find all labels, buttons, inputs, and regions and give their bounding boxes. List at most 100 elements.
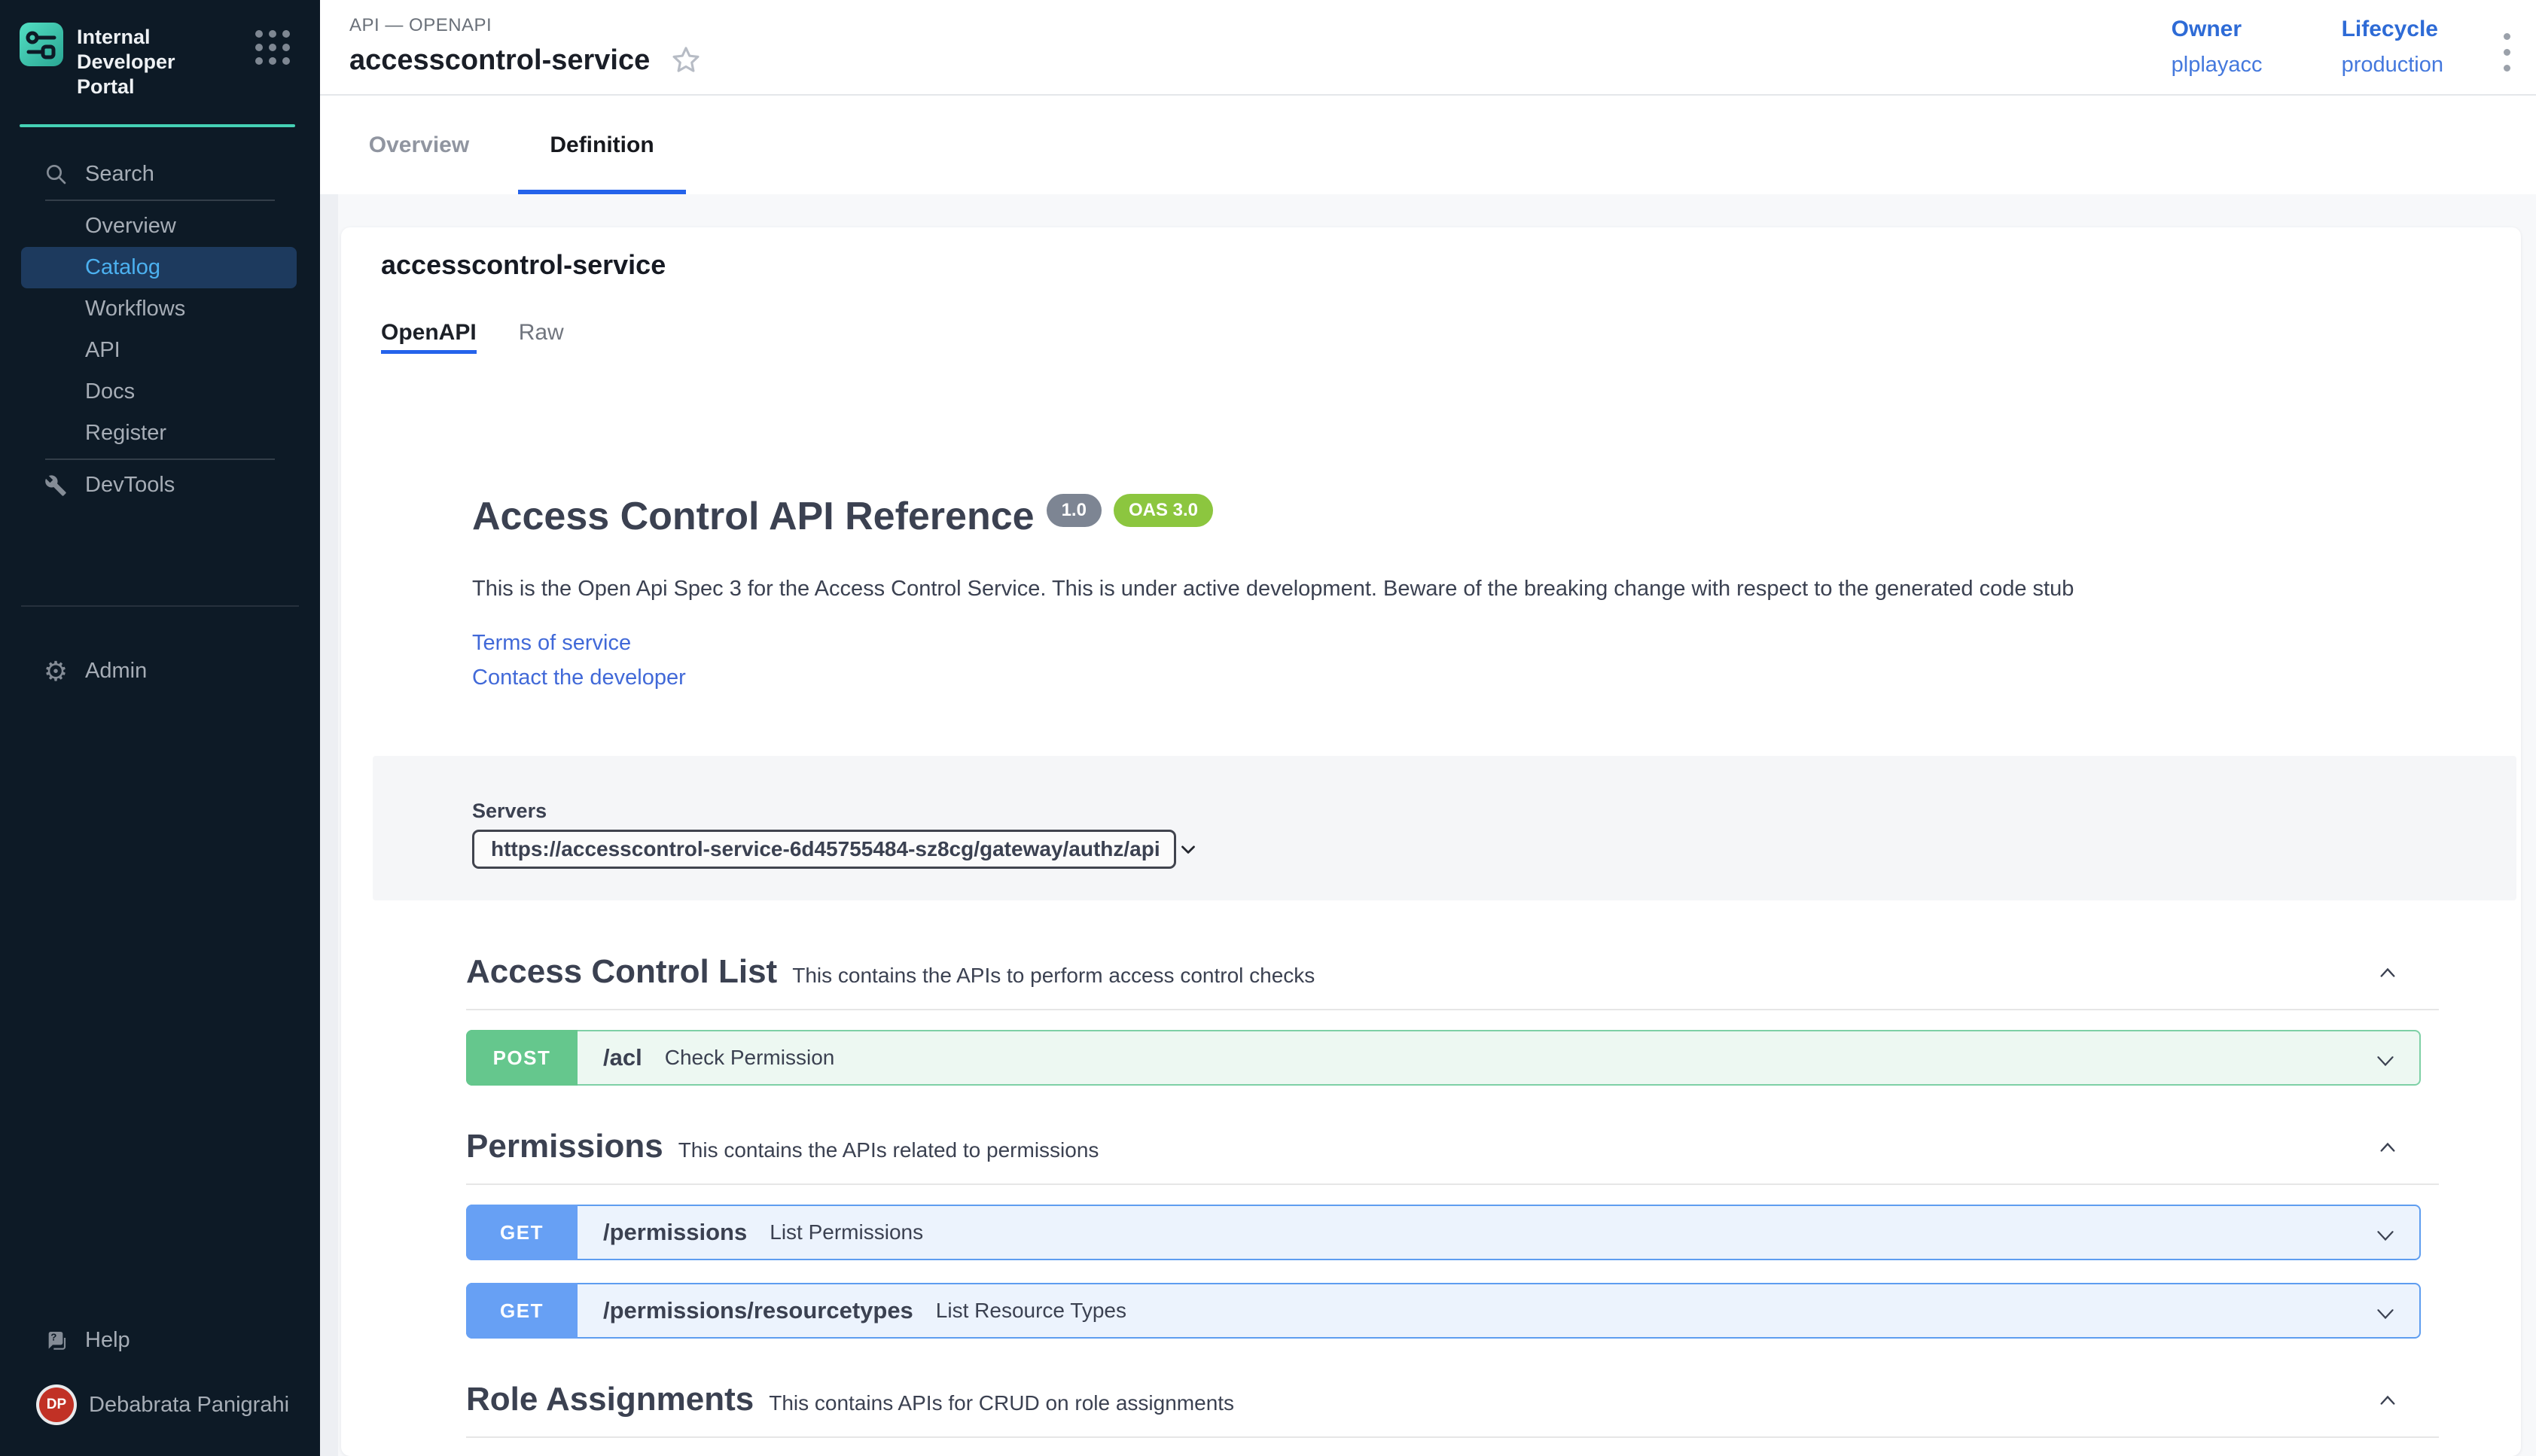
avatar: DP bbox=[39, 1387, 74, 1422]
tab-raw[interactable]: Raw bbox=[519, 319, 564, 354]
page-title: accesscontrol-service bbox=[349, 44, 650, 77]
operation-summary: List Resource Types bbox=[936, 1299, 1126, 1323]
search-icon bbox=[44, 162, 68, 186]
brand: Internal Developer Portal bbox=[0, 0, 320, 99]
sidebar: Internal Developer Portal Search Overvie… bbox=[0, 0, 320, 1456]
sidebar-item-search[interactable]: Search bbox=[0, 153, 320, 195]
sidebar-item-register[interactable]: Register bbox=[0, 413, 320, 454]
section-subtitle: This contains the APIs related to permis… bbox=[678, 1138, 1099, 1162]
sidebar-item-help[interactable]: ? Help bbox=[0, 1320, 320, 1361]
section-title[interactable]: Permissions bbox=[466, 1128, 663, 1165]
help-chat-icon: ? bbox=[44, 1329, 68, 1353]
section-title[interactable]: Role Assignments bbox=[466, 1381, 754, 1418]
chevron-down-icon[interactable] bbox=[2371, 1046, 2400, 1075]
tab-overview[interactable]: Overview bbox=[335, 96, 503, 194]
api-description: This is the Open Api Spec 3 for the Acce… bbox=[472, 575, 2431, 602]
tab-openapi[interactable]: OpenAPI bbox=[381, 319, 477, 354]
operation-row[interactable]: POST /acl Check Permission bbox=[466, 1030, 2421, 1086]
sidebar-item-label: Admin bbox=[85, 659, 147, 684]
lifecycle-label: Lifecycle bbox=[2342, 17, 2443, 42]
kebab-menu-icon[interactable] bbox=[2489, 17, 2525, 88]
sidebar-item-label: Help bbox=[85, 1328, 130, 1353]
definition-card: accesscontrol-service OpenAPI Raw Access… bbox=[341, 227, 2521, 1456]
api-title: Access Control API Reference bbox=[472, 494, 1035, 539]
chevron-down-icon[interactable] bbox=[2371, 1221, 2400, 1250]
chevron-down-icon[interactable] bbox=[2371, 1299, 2400, 1328]
section-header[interactable]: Role Assignments This contains APIs for … bbox=[466, 1381, 2439, 1421]
operation-row[interactable]: GET /permissions List Permissions bbox=[466, 1205, 2421, 1260]
sidebar-item-api[interactable]: API bbox=[0, 330, 320, 371]
sidebar-item-devtools[interactable]: DevTools bbox=[0, 465, 320, 506]
tab-definition[interactable]: Definition bbox=[518, 96, 686, 194]
section-divider bbox=[466, 1009, 2439, 1010]
api-info: Access Control API Reference 1.0 OAS 3.0… bbox=[472, 494, 2431, 691]
oas-badge: OAS 3.0 bbox=[1114, 494, 1213, 527]
app-grid-icon[interactable] bbox=[255, 30, 290, 65]
gear-icon: ⚙ bbox=[44, 658, 68, 685]
sidebar-item-label: Docs bbox=[85, 379, 135, 404]
nav-divider bbox=[45, 200, 275, 201]
sidebar-section-divider bbox=[21, 605, 299, 607]
method-badge: GET bbox=[466, 1283, 578, 1339]
card-title: accesscontrol-service bbox=[381, 248, 2521, 282]
lifecycle-block: Lifecycle production bbox=[2342, 17, 2443, 94]
method-badge: GET bbox=[466, 1205, 578, 1260]
section-access-control-list: Access Control List This contains the AP… bbox=[466, 953, 2439, 1086]
sidebar-nav: Search Overview Catalog Workflows API Do… bbox=[0, 127, 320, 506]
sidebar-item-overview[interactable]: Overview bbox=[0, 206, 320, 247]
sidebar-item-admin[interactable]: ⚙ Admin bbox=[0, 650, 320, 692]
contact-developer-link[interactable]: Contact the developer bbox=[472, 664, 686, 691]
page-header: API — OPENAPI accesscontrol-service Owne… bbox=[320, 0, 2536, 96]
api-sections: Access Control List This contains the AP… bbox=[466, 953, 2439, 1456]
user-menu[interactable]: DP Debabrata Panigrahi bbox=[0, 1382, 320, 1427]
section-role-assignments: Role Assignments This contains APIs for … bbox=[466, 1381, 2439, 1456]
owner-block: Owner plplayacc bbox=[2172, 17, 2263, 94]
sidebar-item-docs[interactable]: Docs bbox=[0, 371, 320, 413]
owner-link[interactable]: plplayacc bbox=[2172, 53, 2263, 78]
favorite-star-icon[interactable] bbox=[669, 44, 703, 77]
chevron-up-icon[interactable] bbox=[2374, 959, 2401, 986]
entity-tabs: Overview Definition bbox=[320, 96, 2536, 194]
user-name: Debabrata Panigrahi bbox=[89, 1393, 289, 1418]
sidebar-item-label: Workflows bbox=[85, 297, 185, 321]
chevron-up-icon[interactable] bbox=[2374, 1387, 2401, 1414]
operation-summary: List Permissions bbox=[770, 1220, 923, 1244]
sidebar-item-label: Register bbox=[85, 421, 166, 446]
chevron-down-icon bbox=[1177, 838, 1199, 861]
main-area: API — OPENAPI accesscontrol-service Owne… bbox=[320, 0, 2536, 1456]
sidebar-item-label: Catalog bbox=[85, 255, 160, 280]
section-header[interactable]: Permissions This contains the APIs relat… bbox=[466, 1128, 2439, 1168]
app-logo bbox=[20, 23, 63, 66]
section-subtitle: This contains the APIs to perform access… bbox=[792, 964, 1315, 988]
wrench-icon bbox=[44, 474, 68, 497]
lifecycle-value: production bbox=[2342, 53, 2443, 78]
breadcrumb: API — OPENAPI bbox=[349, 15, 703, 36]
sidebar-item-label: DevTools bbox=[85, 473, 175, 498]
section-permissions: Permissions This contains the APIs relat… bbox=[466, 1128, 2439, 1339]
operation-row[interactable]: GET /permissions/resourcetypes List Reso… bbox=[466, 1283, 2421, 1339]
terms-of-service-link[interactable]: Terms of service bbox=[472, 629, 631, 656]
logo-circuit-icon bbox=[20, 23, 63, 66]
operation-path: /permissions/resourcetypes bbox=[603, 1297, 913, 1324]
operation-path: /permissions bbox=[603, 1219, 747, 1246]
owner-label: Owner bbox=[2172, 17, 2263, 42]
version-badge: 1.0 bbox=[1047, 494, 1102, 527]
server-select[interactable]: https://accesscontrol-service-6d45755484… bbox=[472, 830, 1176, 869]
sidebar-item-label: Overview bbox=[85, 214, 176, 239]
nav-divider bbox=[45, 458, 275, 460]
brand-title: Internal Developer Portal bbox=[77, 25, 220, 99]
section-title[interactable]: Access Control List bbox=[466, 953, 777, 991]
operation-path: /acl bbox=[603, 1044, 642, 1071]
content-scrollbar[interactable] bbox=[320, 194, 338, 1456]
section-divider bbox=[466, 1436, 2439, 1438]
operation-summary: Check Permission bbox=[665, 1046, 835, 1070]
content-area: accesscontrol-service OpenAPI Raw Access… bbox=[320, 194, 2536, 1456]
servers-label: Servers bbox=[472, 800, 2516, 823]
sidebar-item-workflows[interactable]: Workflows bbox=[0, 288, 320, 330]
server-url: https://accesscontrol-service-6d45755484… bbox=[491, 837, 1160, 861]
sidebar-item-label: Search bbox=[85, 162, 154, 187]
section-header[interactable]: Access Control List This contains the AP… bbox=[466, 953, 2439, 994]
definition-format-tabs: OpenAPI Raw bbox=[381, 319, 2521, 354]
sidebar-item-catalog[interactable]: Catalog bbox=[21, 247, 297, 288]
chevron-up-icon[interactable] bbox=[2374, 1134, 2401, 1161]
